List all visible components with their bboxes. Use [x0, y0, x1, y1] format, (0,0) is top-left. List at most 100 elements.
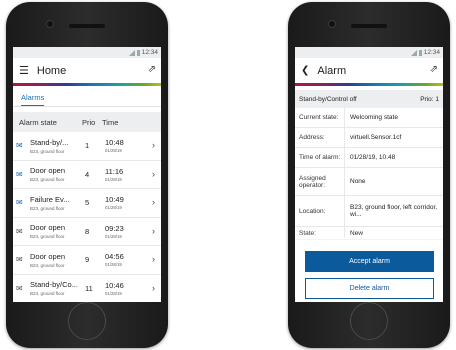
alarm-state-cell: Door open B23, ground floor: [30, 166, 85, 182]
alarm-date: 01/28/19: [105, 176, 122, 182]
table-row[interactable]: ✉ Door open B23, ground floor 8 09:23 01/28/1…: [13, 218, 161, 246]
detail-row: Assigned operator: None: [295, 168, 443, 196]
phone-left: 12:34 ☰ Home ⇗ Alarms Alarm state Prio T…: [6, 2, 168, 348]
table-row[interactable]: ✉ Door open B23, ground floor 9 04:56 01/28/1…: [13, 246, 161, 275]
chevron-right-icon[interactable]: ›: [152, 283, 155, 293]
app-bar: ❮ Alarm ⇗: [295, 58, 443, 83]
delete-alarm-button[interactable]: Delete alarm: [305, 278, 434, 299]
alarm-state-cell: Door open B23, ground floor: [30, 223, 85, 239]
page-title: Alarm: [317, 64, 347, 77]
tab-bar: Alarms: [13, 86, 161, 107]
speaker: [69, 24, 105, 28]
detail-label: Assigned operator:: [295, 168, 345, 195]
alarm-time: 11:16: [105, 166, 124, 176]
camera-icon: [46, 20, 54, 28]
alarm-prio: 5: [85, 198, 90, 208]
envelope-icon: ✉: [16, 198, 23, 208]
home-button[interactable]: [350, 302, 388, 340]
speaker: [351, 24, 387, 28]
detail-value: virtuell.Sensor.1cf: [350, 134, 402, 141]
plug-icon[interactable]: ⇗: [148, 64, 156, 75]
alarm-location: B23, ground floor: [30, 148, 65, 154]
chevron-right-icon[interactable]: ›: [152, 197, 155, 207]
battery-icon: [418, 49, 422, 56]
alarm-date: 01/28/19: [105, 290, 122, 296]
alarm-prio: 4: [85, 169, 90, 179]
alarm-location: B23, ground floor: [30, 262, 65, 268]
envelope-open-icon: ✉: [16, 283, 23, 293]
chevron-right-icon[interactable]: ›: [152, 226, 155, 236]
chevron-right-icon[interactable]: ›: [152, 140, 155, 150]
alarm-location: B23, ground floor: [30, 205, 65, 211]
table-row[interactable]: ✉ Stand-by/Co... B23, ground floor 11 10:46 0…: [13, 275, 161, 303]
column-alarm-state[interactable]: Alarm state: [13, 118, 82, 127]
detail-value: B23, ground floor, left corridor, wi...: [350, 204, 438, 218]
detail-value: None: [350, 178, 366, 185]
envelope-open-icon: ✉: [16, 226, 23, 236]
plug-icon[interactable]: ⇗: [430, 64, 438, 75]
table-row[interactable]: ✉ Door open B23, ground floor 4 11:16 01/28/1…: [13, 161, 161, 189]
chevron-right-icon[interactable]: ›: [152, 254, 155, 264]
phone-right: 12:34 ❮ Alarm ⇗ Stand-by/Control off Pri…: [288, 2, 450, 348]
envelope-icon: ✉: [16, 141, 23, 151]
alarm-time: 10:46: [105, 280, 124, 290]
alarm-state: Door open: [30, 166, 66, 176]
page-title: Home: [36, 64, 67, 77]
alarm-summary: Stand-by/Control off Prio: 1: [295, 90, 443, 108]
alarm-time-cell: 10:49 01/28/19: [105, 195, 124, 210]
detail-row: Address: virtuell.Sensor.1cf: [295, 128, 443, 148]
alarm-location: B23, ground floor: [30, 234, 65, 240]
alarm-detail-screen: 12:34 ❮ Alarm ⇗ Stand-by/Control off Pri…: [295, 47, 443, 302]
table-row[interactable]: ✉ Failure Ev... B23, ground floor 5 10:49 01/…: [13, 189, 161, 218]
alarm-time: 10:49: [105, 195, 124, 205]
alarm-prio: 8: [85, 226, 90, 236]
alarm-state-cell: Stand-by/... B23, ground floor: [30, 138, 85, 154]
alarm-state-cell: Stand-by/Co... B23, ground floor: [30, 280, 85, 296]
detail-label: Location:: [295, 196, 345, 226]
alarm-location: B23, ground floor: [30, 177, 65, 183]
detail-row: Current state: Welcoming state: [295, 108, 443, 128]
accept-alarm-button[interactable]: Accept alarm: [305, 251, 434, 272]
detail-label: Address:: [295, 128, 345, 147]
alarm-state: Door open: [30, 251, 66, 261]
detail-label: Time of alarm:: [295, 148, 345, 167]
app-bar: ☰ Home ⇗: [13, 58, 161, 83]
signal-icon: [410, 49, 417, 56]
alarm-location: B23, ground floor: [30, 291, 65, 297]
alarm-time: 04:56: [105, 252, 124, 262]
alarm-prio: 9: [85, 255, 90, 265]
status-time: 12:34: [423, 49, 440, 56]
alarm-date: 01/28/19: [105, 262, 122, 268]
alarm-prio: 1: [85, 141, 90, 151]
alarm-list: ✉ Stand-by/... B23, ground floor 1 10:48 01/2…: [13, 132, 161, 302]
table-header: Alarm state Prio Time: [13, 112, 161, 132]
alarm-time-cell: 10:46 01/28/19: [105, 281, 124, 296]
column-time[interactable]: Time: [102, 118, 118, 127]
alarm-date: 01/28/19: [105, 148, 122, 154]
battery-icon: [136, 49, 140, 56]
alarm-date: 01/28/19: [105, 233, 122, 239]
alarm-time-cell: 10:48 01/28/19: [105, 138, 124, 153]
chevron-right-icon[interactable]: ›: [152, 169, 155, 179]
alarm-time-cell: 04:56 01/28/19: [105, 252, 124, 267]
scroll-fade: [295, 233, 443, 245]
alarm-name: Stand-by/Control off: [299, 95, 357, 103]
chevron-left-icon[interactable]: ❮: [301, 65, 309, 76]
detail-row: Location: B23, ground floor, left corrido…: [295, 196, 443, 227]
envelope-open-icon: ✉: [16, 255, 23, 265]
status-time: 12:34: [141, 49, 158, 56]
column-prio[interactable]: Prio: [82, 118, 102, 127]
alarm-details: Current state: Welcoming state Address: vir…: [295, 108, 443, 240]
detail-value: 01/28/19, 10.48: [350, 154, 396, 161]
table-row[interactable]: ✉ Stand-by/... B23, ground floor 1 10:48 01/2…: [13, 132, 161, 161]
alarm-time: 10:48: [105, 138, 124, 148]
hamburger-icon[interactable]: ☰: [19, 64, 29, 77]
status-bar: 12:34: [295, 47, 443, 58]
alarm-time-cell: 11:16 01/28/19: [105, 167, 123, 182]
camera-icon: [328, 20, 336, 28]
alarm-date: 01/28/19: [105, 205, 122, 211]
alarm-state: Failure Ev...: [30, 194, 70, 204]
envelope-icon: ✉: [16, 169, 23, 179]
tab-alarms[interactable]: Alarms: [21, 93, 45, 106]
home-button[interactable]: [68, 302, 106, 340]
